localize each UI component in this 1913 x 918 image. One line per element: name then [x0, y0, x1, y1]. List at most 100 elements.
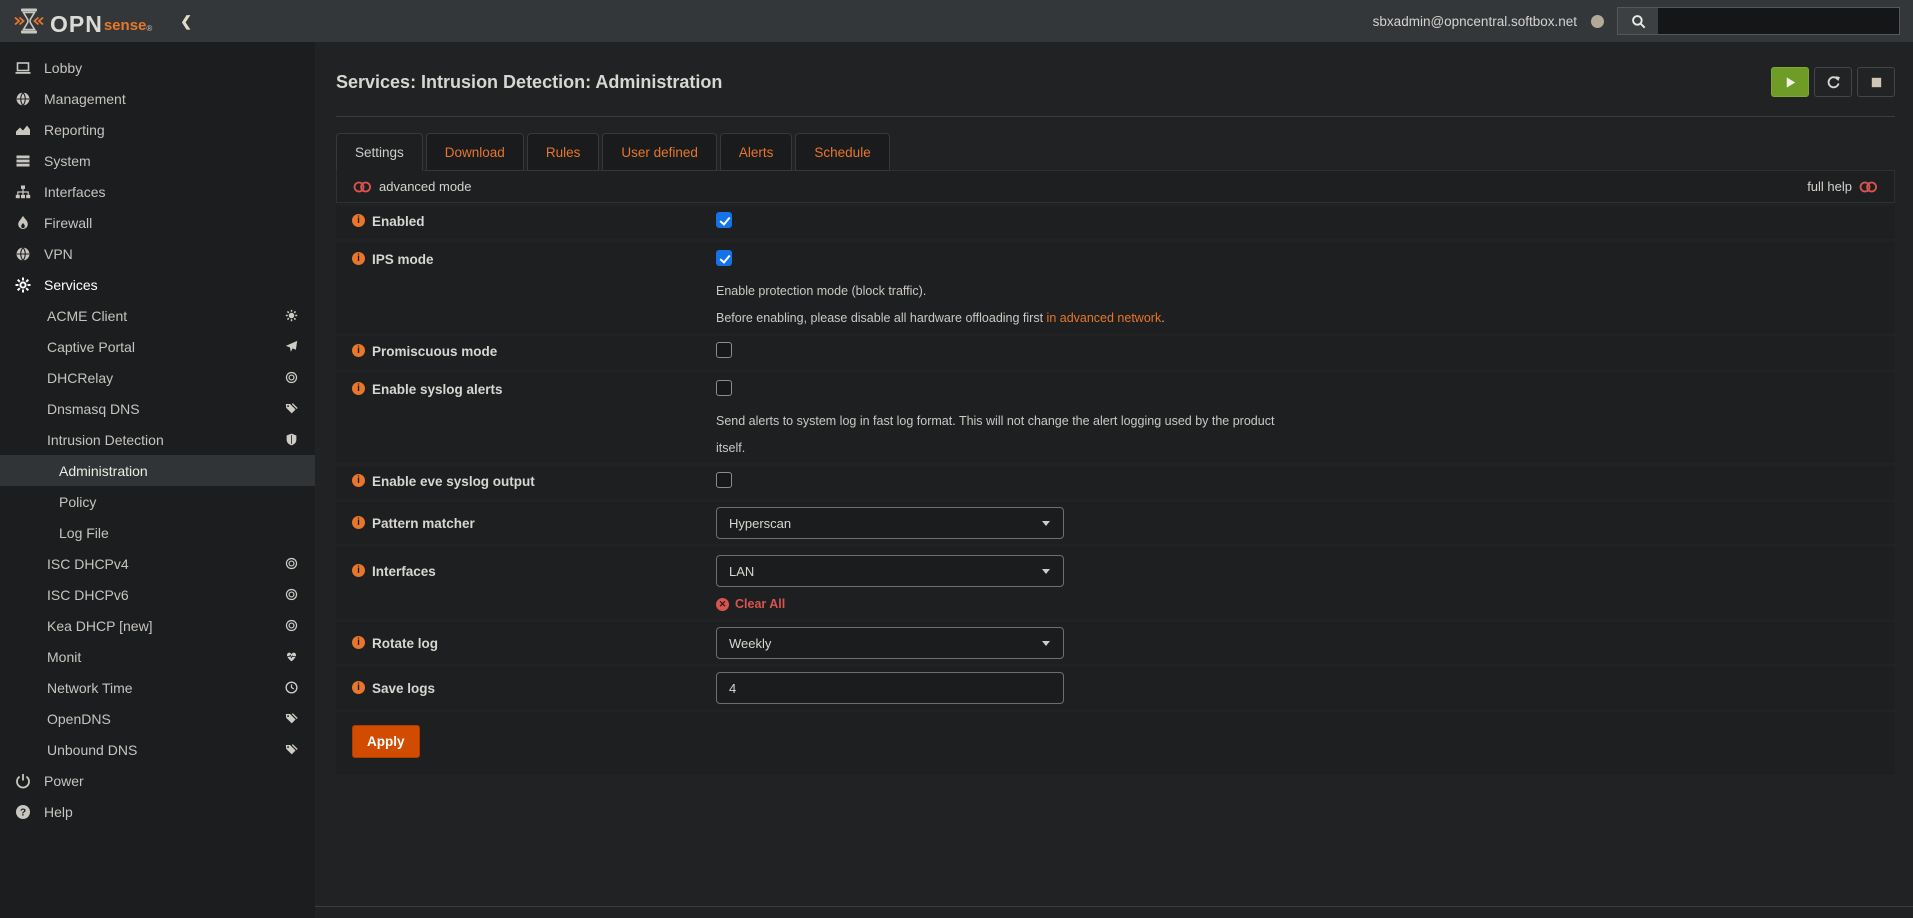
rotate-log-select[interactable]: Weekly — [716, 627, 1064, 659]
sidebar-item-isc-dhcpv6[interactable]: ISC DHCPv6 — [0, 579, 315, 610]
brand-text-opn: OPN — [50, 14, 103, 34]
setting-row-enabled: Enabled — [336, 206, 1895, 239]
setting-row-pattern-matcher: Pattern matcher Hyperscan — [336, 502, 1895, 544]
start-service-button[interactable] — [1771, 67, 1809, 97]
sidebar-item-services[interactable]: Services — [0, 269, 315, 300]
tab-user-defined[interactable]: User defined — [602, 133, 717, 171]
brand-text-sense: sense — [104, 18, 147, 34]
sidebar-item-acme-client[interactable]: ACME Client — [0, 300, 315, 331]
header-divider — [336, 116, 1895, 117]
syslog-alerts-checkbox[interactable] — [716, 380, 732, 396]
sidebar-item-opendns[interactable]: OpenDNS — [0, 703, 315, 734]
ips-mode-checkbox[interactable] — [716, 250, 732, 266]
setting-row-save-logs: Save logs — [336, 667, 1895, 709]
stop-service-button[interactable] — [1857, 67, 1895, 97]
restart-service-button[interactable] — [1814, 67, 1852, 97]
sidebar-item-help[interactable]: Help — [0, 796, 315, 827]
sidebar-item-kea-dhcp[interactable]: Kea DHCP [new] — [0, 610, 315, 641]
server-icon — [15, 153, 31, 169]
search-input[interactable] — [1658, 8, 1899, 34]
tab-rules[interactable]: Rules — [527, 133, 600, 171]
enabled-checkbox[interactable] — [716, 212, 732, 228]
info-icon[interactable] — [352, 564, 365, 577]
tab-download[interactable]: Download — [426, 133, 524, 171]
sidebar-item-dhcrelay[interactable]: DHCRelay — [0, 362, 315, 393]
sidebar-item-unbound-dns[interactable]: Unbound DNS — [0, 734, 315, 765]
full-help-toggle[interactable]: full help — [1807, 179, 1878, 194]
setting-row-rotate-log: Rotate log Weekly — [336, 622, 1895, 664]
setting-row-syslog-alerts: Enable syslog alerts Send alerts to syst… — [336, 372, 1895, 463]
tags-icon — [285, 743, 298, 756]
tab-alerts[interactable]: Alerts — [720, 133, 793, 171]
global-search — [1617, 7, 1900, 35]
topbar: OPNsense® ❮ sbxadmin@opncentral.softbox.… — [0, 0, 1913, 42]
sidebar-item-lobby[interactable]: Lobby — [0, 52, 315, 83]
sidebar-item-power[interactable]: Power — [0, 765, 315, 796]
eve-syslog-checkbox[interactable] — [716, 472, 732, 488]
interfaces-select[interactable]: LAN — [716, 555, 1064, 587]
sidebar-item-log-file[interactable]: Log File — [0, 517, 315, 548]
certificate-icon — [285, 309, 298, 322]
apply-button[interactable]: Apply — [352, 725, 420, 758]
info-icon[interactable] — [352, 516, 365, 529]
sidebar-item-reporting[interactable]: Reporting — [0, 114, 315, 145]
sidebar: Lobby Management Reporting System Interf… — [0, 42, 315, 918]
promiscuous-mode-checkbox[interactable] — [716, 342, 732, 358]
info-icon[interactable] — [352, 681, 365, 694]
globe-icon — [15, 246, 31, 262]
tab-schedule[interactable]: Schedule — [795, 133, 889, 171]
toggle-off-icon — [1859, 181, 1878, 193]
stop-icon — [1869, 75, 1884, 90]
question-circle-icon — [15, 804, 31, 820]
sidebar-item-intrusion-detection[interactable]: Intrusion Detection — [0, 424, 315, 455]
info-icon[interactable] — [352, 252, 365, 265]
tab-settings[interactable]: Settings — [336, 133, 423, 171]
sidebar-item-captive-portal[interactable]: Captive Portal — [0, 331, 315, 362]
sidebar-item-vpn[interactable]: VPN — [0, 238, 315, 269]
advanced-mode-toggle[interactable]: advanced mode — [353, 179, 472, 194]
circle-x-icon — [716, 598, 729, 611]
info-icon[interactable] — [352, 382, 365, 395]
bullseye-icon — [285, 619, 298, 632]
help-text: itself. — [716, 441, 1516, 455]
sidebar-item-management[interactable]: Management — [0, 83, 315, 114]
area-chart-icon — [15, 122, 31, 138]
heartbeat-icon — [285, 650, 298, 663]
sidebar-item-interfaces[interactable]: Interfaces — [0, 176, 315, 207]
setting-row-promiscuous-mode: Promiscuous mode — [336, 336, 1895, 369]
setting-row-eve-syslog: Enable eve syslog output — [336, 466, 1895, 499]
sidebar-item-administration[interactable]: Administration — [0, 455, 315, 486]
sidebar-item-dnsmasq-dns[interactable]: Dnsmasq DNS — [0, 393, 315, 424]
sitemap-icon — [15, 184, 31, 200]
paper-plane-icon — [285, 340, 298, 353]
search-icon — [1618, 8, 1658, 34]
sidebar-item-monit[interactable]: Monit — [0, 641, 315, 672]
registered-mark: ® — [146, 24, 152, 34]
info-icon[interactable] — [352, 344, 365, 357]
shield-icon — [285, 433, 298, 446]
chevron-down-icon — [1041, 568, 1051, 575]
options-bar: advanced mode full help — [336, 170, 1895, 203]
main-content: Services: Intrusion Detection: Administr… — [315, 0, 1913, 775]
sidebar-collapse-chevron-icon[interactable]: ❮ — [180, 13, 192, 30]
info-icon[interactable] — [352, 214, 365, 227]
info-icon[interactable] — [352, 636, 365, 649]
chevron-down-icon — [1041, 640, 1051, 647]
sidebar-item-network-time[interactable]: Network Time — [0, 672, 315, 703]
laptop-icon — [15, 60, 31, 76]
user-avatar — [1591, 15, 1604, 28]
clock-icon — [285, 681, 298, 694]
user-email-menu[interactable]: sbxadmin@opncentral.softbox.net — [1373, 14, 1577, 29]
info-icon[interactable] — [352, 474, 365, 487]
advanced-network-link[interactable]: in advanced network — [1047, 311, 1162, 325]
clear-all-button[interactable]: Clear All — [716, 597, 1895, 611]
opnsense-logo[interactable]: OPNsense® — [14, 8, 152, 34]
save-logs-input[interactable] — [716, 672, 1064, 704]
toggle-off-icon — [353, 181, 372, 193]
pattern-matcher-select[interactable]: Hyperscan — [716, 507, 1064, 539]
sidebar-item-system[interactable]: System — [0, 145, 315, 176]
sidebar-item-isc-dhcpv4[interactable]: ISC DHCPv4 — [0, 548, 315, 579]
sidebar-item-policy[interactable]: Policy — [0, 486, 315, 517]
bullseye-icon — [285, 371, 298, 384]
sidebar-item-firewall[interactable]: Firewall — [0, 207, 315, 238]
